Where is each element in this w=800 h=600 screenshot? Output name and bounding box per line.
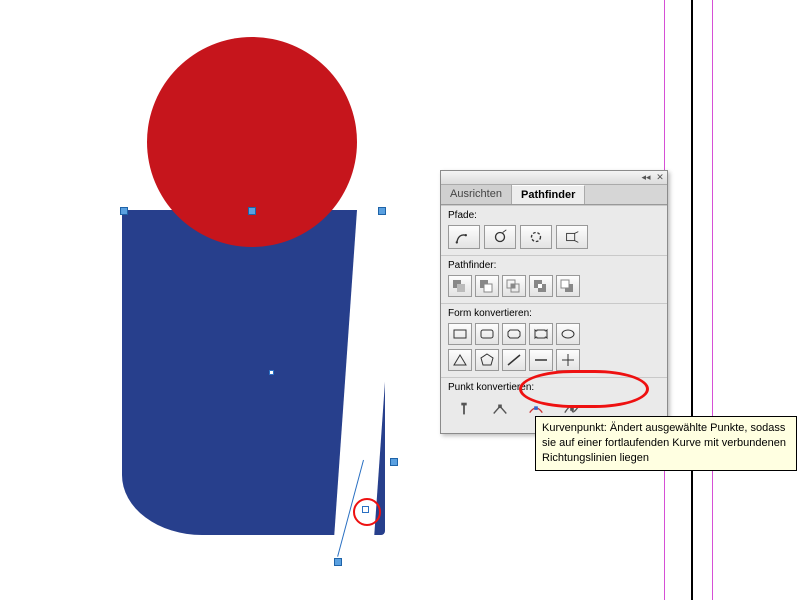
panel-close-icon[interactable]: ✕ (655, 172, 665, 182)
section-label-pathfinder: Pathfinder: (448, 260, 660, 271)
shape-polygon-button[interactable] (475, 349, 499, 371)
bezier-handle-end[interactable] (334, 558, 342, 566)
shape-ortholine-h-button[interactable] (529, 349, 553, 371)
shape-line-button[interactable] (502, 349, 526, 371)
pathfinder-exclude-button[interactable] (529, 275, 553, 297)
pathfinder-panel[interactable]: ◂◂ ✕ Ausrichten Pathfinder Pfade: Pathfi… (440, 170, 668, 434)
annotation-large-ellipse (519, 370, 649, 408)
point-plain-button[interactable] (448, 397, 480, 421)
shape-rounded-rect-button[interactable] (475, 323, 499, 345)
path-close-button[interactable] (520, 225, 552, 249)
section-label-convert-shape: Form konvertieren: (448, 308, 660, 319)
tab-ausrichten[interactable]: Ausrichten (441, 185, 512, 204)
shape-ortholine-v-button[interactable] (556, 349, 580, 371)
tab-pathfinder[interactable]: Pathfinder (512, 185, 585, 204)
shape-triangle-button[interactable] (448, 349, 472, 371)
annotation-small-circle (353, 498, 381, 526)
shape-ellipse-button[interactable] (556, 323, 580, 345)
shape-inverse-rounded-button[interactable] (529, 323, 553, 345)
section-label-paths: Pfade: (448, 210, 660, 221)
bezier-handle-end[interactable] (390, 458, 398, 466)
path-join-button[interactable] (448, 225, 480, 249)
selection-handle-tr[interactable] (378, 207, 386, 215)
path-open-button[interactable] (484, 225, 516, 249)
tooltip-kurvenpunkt: Kurvenpunkt: Ändert ausgewählte Punkte, … (535, 416, 797, 471)
selection-center-point (269, 370, 274, 375)
panel-titlebar[interactable]: ◂◂ ✕ (441, 171, 667, 185)
red-circle-shape[interactable] (147, 37, 357, 247)
pathfinder-subtract-button[interactable] (475, 275, 499, 297)
blue-rectangle-shape[interactable] (122, 210, 385, 535)
path-reverse-button[interactable] (556, 225, 588, 249)
page-edge (691, 0, 693, 600)
shape-rectangle-button[interactable] (448, 323, 472, 345)
selection-handle-tc[interactable] (248, 207, 256, 215)
panel-tabs: Ausrichten Pathfinder (441, 185, 667, 205)
pathfinder-add-button[interactable] (448, 275, 472, 297)
point-corner-button[interactable] (484, 397, 516, 421)
selection-handle-tl[interactable] (120, 207, 128, 215)
shape-beveled-rect-button[interactable] (502, 323, 526, 345)
panel-collapse-icon[interactable]: ◂◂ (641, 172, 651, 182)
pathfinder-minusback-button[interactable] (556, 275, 580, 297)
pathfinder-intersect-button[interactable] (502, 275, 526, 297)
guide-magenta-right (712, 0, 713, 600)
